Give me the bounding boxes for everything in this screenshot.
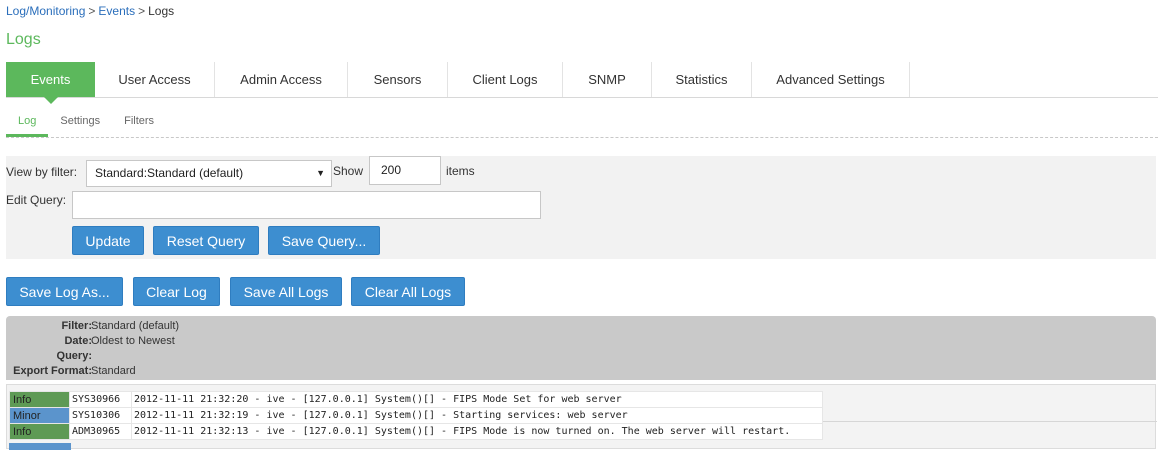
show-count-input[interactable]: 200	[369, 156, 441, 185]
summary-filter-key: Filter:	[61, 320, 92, 332]
subtab-log[interactable]: Log	[6, 108, 49, 137]
page-title: Logs	[6, 31, 41, 48]
main-tabs: Events User Access Admin Access Sensors …	[6, 62, 1158, 104]
table-row: Info ADM30965 2012-11-11 21:32:13 - ive …	[9, 423, 823, 440]
subtab-filters[interactable]: Filters	[112, 108, 166, 137]
summary-export-value: Standard	[91, 365, 136, 377]
view-by-filter-label: View by filter:	[6, 165, 78, 179]
event-code: SYS30966	[69, 391, 132, 408]
breadcrumb-separator: >	[138, 4, 146, 18]
reset-query-button[interactable]: Reset Query	[153, 226, 259, 255]
tab-client-logs[interactable]: Client Logs	[448, 62, 563, 97]
row-divider	[823, 421, 1157, 422]
breadcrumb-events[interactable]: Events	[98, 4, 135, 18]
log-summary: Filter: Standard (default) Date: Oldest …	[6, 316, 1156, 380]
filter-select[interactable]: Standard:Standard (default) ▼	[86, 160, 332, 187]
tab-admin-access[interactable]: Admin Access	[215, 62, 348, 97]
event-message: 2012-11-11 21:32:19 - ive - [127.0.0.1] …	[131, 407, 823, 424]
save-all-logs-button[interactable]: Save All Logs	[230, 277, 342, 306]
subtab-settings[interactable]: Settings	[48, 108, 112, 137]
clear-all-logs-button[interactable]: Clear All Logs	[351, 277, 465, 306]
table-row: Info SYS30966 2012-11-11 21:32:20 - ive …	[9, 391, 823, 408]
update-button[interactable]: Update	[72, 226, 144, 255]
log-table: Info SYS30966 2012-11-11 21:32:20 - ive …	[9, 391, 823, 440]
save-query-button[interactable]: Save Query...	[268, 226, 380, 255]
event-message: 2012-11-11 21:32:13 - ive - [127.0.0.1] …	[131, 423, 823, 440]
filter-select-value: Standard:Standard (default)	[95, 166, 244, 180]
event-message: 2012-11-11 21:32:20 - ive - [127.0.0.1] …	[131, 391, 823, 408]
breadcrumb-log-monitoring[interactable]: Log/Monitoring	[6, 4, 85, 18]
breadcrumb-current: Logs	[148, 4, 175, 18]
filter-panel: View by filter: Standard:Standard (defau…	[6, 156, 1156, 259]
severity-badge: Info	[9, 423, 70, 440]
show-label: Show	[333, 164, 364, 178]
event-code: SYS10306	[69, 407, 132, 424]
event-code: ADM30965	[69, 423, 132, 440]
tab-statistics[interactable]: Statistics	[652, 62, 752, 97]
edit-query-label: Edit Query:	[6, 193, 67, 207]
tab-advanced-settings[interactable]: Advanced Settings	[752, 62, 910, 97]
severity-badge: Minor	[9, 407, 70, 424]
breadcrumb: Log/Monitoring > Events > Logs	[6, 4, 174, 18]
query-input[interactable]	[72, 191, 541, 219]
clear-log-button[interactable]: Clear Log	[133, 277, 220, 306]
chevron-down-icon: ▼	[316, 168, 325, 178]
log-panel: Info SYS30966 2012-11-11 21:32:20 - ive …	[6, 384, 1157, 450]
breadcrumb-separator: >	[88, 4, 96, 18]
summary-filter-value: Standard (default)	[91, 320, 180, 332]
sub-tabs: Log Settings Filters	[6, 108, 1158, 138]
summary-date-key: Date:	[64, 335, 92, 347]
items-label: items	[446, 164, 475, 178]
severity-badge: Info	[9, 391, 70, 408]
save-log-as-button[interactable]: Save Log As...	[6, 277, 123, 306]
summary-date-value: Oldest to Newest	[91, 335, 175, 347]
tab-sensors[interactable]: Sensors	[348, 62, 448, 97]
summary-export-key: Export Format:	[13, 365, 92, 377]
summary-query-key: Query:	[56, 350, 92, 362]
table-row: Minor SYS10306 2012-11-11 21:32:19 - ive…	[9, 407, 823, 424]
tab-user-access[interactable]: User Access	[95, 62, 215, 97]
tab-events[interactable]: Events	[6, 62, 95, 104]
tab-snmp[interactable]: SNMP	[563, 62, 652, 97]
